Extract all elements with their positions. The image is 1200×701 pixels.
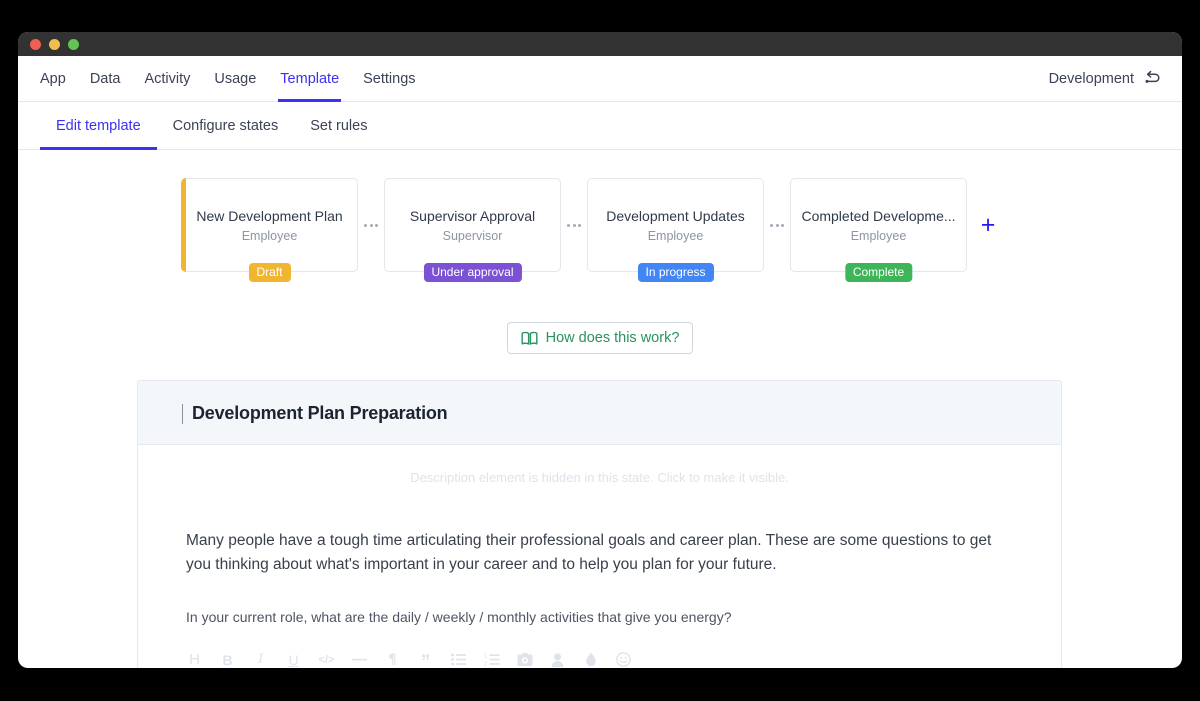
template-content-panel: Development Plan Preparation Description… (137, 380, 1062, 668)
underline-icon[interactable]: U (285, 651, 302, 668)
question-paragraph: In your current role, what are the daily… (186, 609, 732, 626)
window-titlebar (18, 32, 1182, 56)
how-does-this-work-button[interactable]: How does this work? (506, 322, 694, 354)
app-window: App Data Activity Usage Template Setting… (18, 32, 1182, 668)
heading-icon[interactable]: H (186, 651, 203, 668)
tab-activity-label: Activity (144, 70, 191, 87)
text-caret (182, 403, 183, 424)
code-icon[interactable]: </> (318, 651, 335, 668)
horizontal-rule-icon[interactable] (351, 651, 368, 668)
howto-wrapper: How does this work? (18, 322, 1182, 354)
status-badge[interactable]: Under approval (423, 263, 522, 282)
status-badge[interactable]: Complete (844, 263, 913, 282)
intro-paragraph: Many people have a tough time articulati… (186, 532, 992, 574)
tab-settings[interactable]: Settings (351, 56, 427, 101)
zoom-window-button[interactable] (68, 38, 79, 50)
primary-navigation: App Data Activity Usage Template Setting… (18, 56, 1182, 102)
state-title: Supervisor Approval (409, 207, 536, 224)
blockquote-icon[interactable]: ” (417, 651, 434, 668)
tab-activity[interactable]: Activity (132, 56, 202, 101)
paragraph-icon[interactable]: ¶ (384, 651, 401, 668)
tab-usage-label: Usage (214, 70, 257, 87)
revert-arrow-icon[interactable] (1143, 70, 1162, 87)
svg-text:1: 1 (484, 654, 488, 660)
mention-person-icon[interactable] (549, 651, 566, 668)
subtab-set-rules[interactable]: Set rules (294, 102, 383, 149)
tab-app[interactable]: App (28, 56, 78, 101)
tab-app-label: App (40, 70, 66, 87)
add-state-button[interactable]: + (967, 178, 1009, 272)
page-title: Development Plan Preparation (192, 403, 448, 423)
state-role: Supervisor (442, 228, 503, 243)
subtab-configure-states-label: Configure states (172, 117, 279, 134)
tab-data-label: Data (89, 70, 121, 87)
rich-text-toolbar: H B I U </> ¶ ” 1 2 (186, 651, 1013, 668)
close-window-button[interactable] (30, 38, 41, 50)
primary-tab-list: App Data Activity Usage Template Setting… (18, 56, 428, 102)
tab-settings-label: Settings (363, 70, 416, 87)
minimize-window-button[interactable] (49, 38, 60, 50)
secondary-navigation: Edit template Configure states Set rules (18, 102, 1182, 150)
tab-template[interactable]: Template (268, 56, 351, 102)
how-does-this-work-label: How does this work? (545, 330, 680, 346)
subtab-edit-template-label: Edit template (56, 117, 141, 134)
subtab-edit-template[interactable]: Edit template (40, 102, 157, 150)
state-role: Employee (647, 228, 704, 243)
state-role: Employee (850, 228, 907, 243)
state-title: Development Updates (606, 207, 745, 224)
numbered-list-icon[interactable]: 1 2 (483, 651, 500, 668)
plus-icon: + (980, 210, 996, 239)
panel-body: Description element is hidden in this st… (138, 445, 1061, 668)
book-icon (521, 331, 538, 346)
status-badge[interactable]: In progress (637, 263, 714, 282)
state-card[interactable]: Completed Developme... Employee Complete (790, 178, 967, 282)
image-icon[interactable] (516, 651, 533, 668)
state-card[interactable]: Development Updates Employee In progress (587, 178, 764, 282)
state-title: New Development Plan (196, 207, 343, 224)
state-card[interactable]: New Development Plan Employee Draft (181, 178, 358, 282)
bold-icon[interactable]: B (219, 651, 236, 668)
state-title: Completed Developme... (801, 207, 956, 224)
state-role: Employee (241, 228, 298, 243)
color-droplet-icon[interactable] (582, 651, 599, 668)
italic-icon[interactable]: I (252, 651, 269, 668)
hidden-description-note[interactable]: Description element is hidden in this st… (186, 445, 1013, 485)
tab-usage[interactable]: Usage (202, 56, 268, 101)
bulleted-list-icon[interactable] (450, 651, 467, 668)
environment-label: Development (1048, 70, 1134, 87)
tab-template-label: Template (280, 70, 340, 87)
state-accent-bar (181, 178, 186, 272)
state-transition-ellipsis-icon[interactable] (358, 178, 384, 272)
subtab-set-rules-label: Set rules (310, 117, 368, 134)
workflow-states-row: New Development Plan Employee Draft Supe… (18, 150, 1182, 282)
status-badge[interactable]: Draft (248, 263, 291, 282)
emoji-icon[interactable] (615, 651, 632, 668)
panel-header[interactable]: Development Plan Preparation (138, 381, 1061, 445)
state-transition-ellipsis-icon[interactable] (764, 178, 790, 272)
subtab-configure-states[interactable]: Configure states (157, 102, 295, 149)
tab-data[interactable]: Data (78, 56, 133, 101)
environment-switcher[interactable]: Development (1049, 70, 1162, 87)
state-card[interactable]: Supervisor Approval Supervisor Under app… (384, 178, 561, 282)
state-transition-ellipsis-icon[interactable] (561, 178, 587, 272)
svg-text:2: 2 (484, 662, 488, 667)
